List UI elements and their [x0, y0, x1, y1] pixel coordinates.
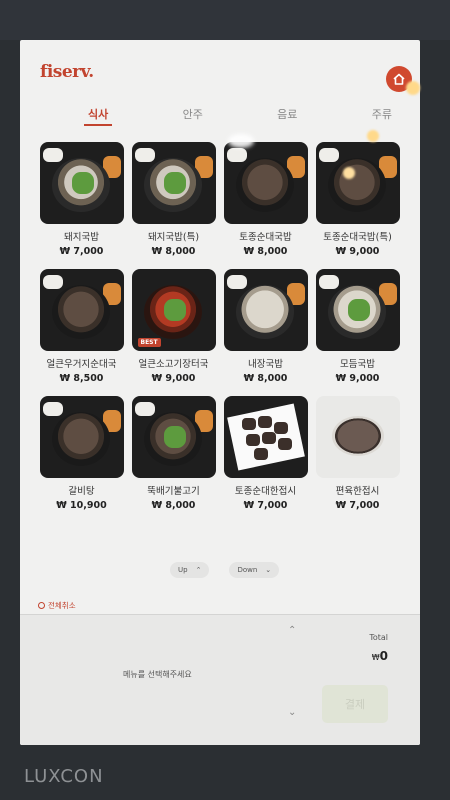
order-scroll-down-icon[interactable]: ⌄: [288, 707, 296, 718]
best-badge: BEST: [137, 338, 161, 347]
tab-meal[interactable]: 식사: [80, 106, 116, 126]
menu-item[interactable]: 돼지국밥 ₩ 7,000: [38, 142, 125, 257]
menu-item-image: [315, 396, 400, 478]
device-brand-label: LUXCON: [24, 766, 104, 787]
menu-item-image: [39, 142, 124, 224]
menu-item-price: ₩ 8,000: [243, 373, 288, 384]
menu-item-price: ₩ 9,000: [151, 373, 196, 384]
clear-all-button[interactable]: 전체취소: [38, 600, 76, 611]
brand-logo: fiserv.: [40, 62, 94, 82]
page-up-button[interactable]: Up ⌃: [170, 562, 210, 578]
menu-item-name: 돼지국밥: [64, 232, 99, 243]
menu-item[interactable]: 모듬국밥 ₩ 9,000: [314, 269, 401, 384]
screen-glare: [367, 130, 379, 142]
screen-glare: [343, 167, 355, 179]
menu-item-image: [39, 396, 124, 478]
menu-item-name: 토종순대한접시: [234, 486, 297, 497]
clear-all-label: 전체취소: [48, 601, 76, 610]
menu-item-image: [131, 396, 216, 478]
menu-grid: 돼지국밥 ₩ 7,000 돼지국밥(특) ₩ 8,000 토종순대국밥 ₩ 8,…: [38, 142, 402, 511]
menu-item-name: 돼지국밥(특): [147, 232, 200, 243]
page-up-label: Up: [178, 566, 188, 574]
menu-item[interactable]: 토종순대국밥(특) ₩ 9,000: [314, 142, 401, 257]
menu-item-image: BEST: [131, 269, 216, 351]
menu-item-name: 토종순대국밥(특): [323, 232, 392, 243]
kiosk-screen: fiserv. 식사 안주 음료 주류 돼지국밥 ₩ 7,000 돼지국밥(특): [20, 40, 420, 745]
category-tabs: 식사 안주 음료 주류: [80, 106, 400, 126]
menu-item-name: 얼큰우거지순대국: [46, 359, 117, 370]
total-label: Total: [369, 633, 388, 642]
menu-item[interactable]: 토종순대한접시 ₩ 7,000: [222, 396, 309, 511]
menu-item-price: ₩ 8,000: [151, 246, 196, 257]
menu-item-name: 얼큰소고기장터국: [138, 359, 209, 370]
total-currency: ₩: [371, 653, 380, 662]
menu-item-image: [223, 269, 308, 351]
screen-glare: [406, 81, 420, 95]
menu-item-name: 갈비탕: [68, 486, 95, 497]
screen-glare: [228, 134, 254, 148]
order-panel: ⌃ 메뉴를 선택해주세요 ⌄ Total ₩0 결제: [20, 614, 420, 745]
menu-item[interactable]: 내장국밥 ₩ 8,000: [222, 269, 309, 384]
menu-item-price: ₩ 10,900: [56, 500, 107, 511]
menu-item[interactable]: 돼지국밥(특) ₩ 8,000: [130, 142, 217, 257]
menu-item-image: [315, 269, 400, 351]
menu-item-name: 편육한접시: [335, 486, 380, 497]
menu-item-price: ₩ 7,000: [243, 500, 288, 511]
tab-drink[interactable]: 음료: [269, 106, 305, 122]
menu-item-price: ₩ 9,000: [335, 246, 380, 257]
menu-item-price: ₩ 8,500: [59, 373, 104, 384]
menu-item[interactable]: 갈비탕 ₩ 10,900: [38, 396, 125, 511]
chevron-down-icon: ⌄: [265, 566, 272, 574]
menu-item-price: ₩ 9,000: [335, 373, 380, 384]
tab-liquor[interactable]: 주류: [364, 106, 400, 122]
tab-side[interactable]: 안주: [175, 106, 211, 122]
menu-item-name: 내장국밥: [248, 359, 283, 370]
menu-item[interactable]: 토종순대국밥 ₩ 8,000: [222, 142, 309, 257]
menu-item-price: ₩ 8,000: [243, 246, 288, 257]
menu-item-name: 토종순대국밥: [239, 232, 292, 243]
page-down-label: Down: [237, 566, 258, 574]
menu-item-image: [223, 142, 308, 224]
menu-item-image: [39, 269, 124, 351]
menu-item-price: ₩ 8,000: [151, 500, 196, 511]
menu-item-price: ₩ 7,000: [335, 500, 380, 511]
empty-order-message: 메뉴를 선택해주세요: [123, 670, 192, 679]
device-bezel: [0, 0, 450, 40]
page-controls: Up ⌃ Down ⌄: [170, 562, 280, 578]
menu-item[interactable]: 얼큰우거지순대국 ₩ 8,500: [38, 269, 125, 384]
pay-button[interactable]: 결제: [322, 685, 388, 723]
menu-item-name: 뚝배기불고기: [147, 486, 200, 497]
menu-item-image: [223, 396, 308, 478]
chevron-up-icon: ⌃: [195, 566, 202, 574]
menu-item[interactable]: 뚝배기불고기 ₩ 8,000: [130, 396, 217, 511]
home-icon: [393, 73, 405, 85]
total-amount: ₩0: [372, 649, 388, 663]
menu-item[interactable]: 편육한접시 ₩ 7,000: [314, 396, 401, 511]
clear-icon: [38, 602, 45, 609]
page-down-button[interactable]: Down ⌄: [229, 562, 280, 578]
order-scroll-up-icon[interactable]: ⌃: [288, 625, 296, 636]
menu-item-name: 모듬국밥: [340, 359, 375, 370]
menu-item-price: ₩ 7,000: [59, 246, 104, 257]
menu-item-image: [131, 142, 216, 224]
menu-item-image: [315, 142, 400, 224]
total-value: 0: [379, 649, 388, 663]
menu-item[interactable]: BEST 얼큰소고기장터국 ₩ 9,000: [130, 269, 217, 384]
